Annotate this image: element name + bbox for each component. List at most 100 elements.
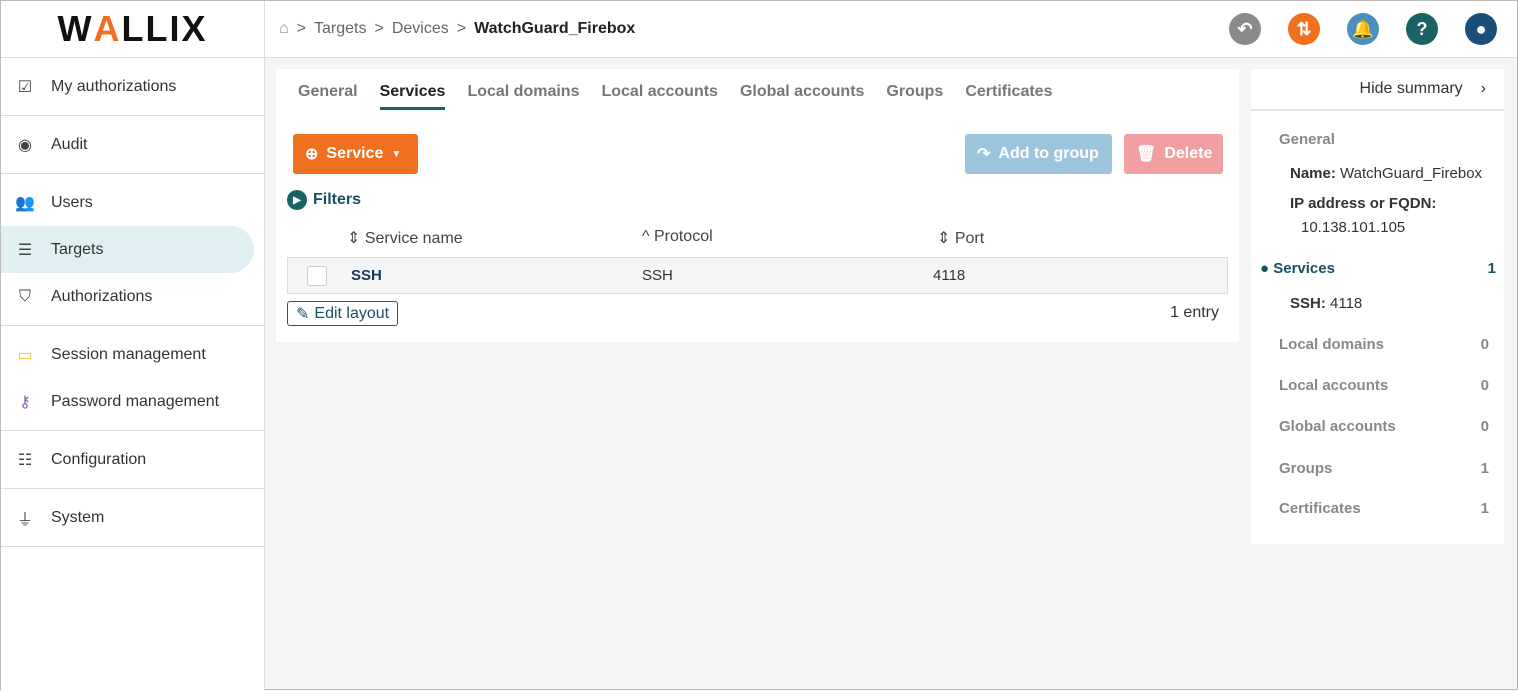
header-port[interactable]: ⇕ Port	[937, 228, 984, 248]
sidebar-item-password-management[interactable]: ⚷ Password management	[1, 378, 254, 425]
count: 1	[1488, 260, 1496, 277]
label: Local accounts	[1279, 377, 1388, 394]
summary-general[interactable]: General	[1279, 131, 1335, 148]
label: Services	[1273, 260, 1335, 277]
tab-general[interactable]: General	[298, 83, 358, 110]
trash-icon: 🗑	[1136, 144, 1156, 164]
tab-groups[interactable]: Groups	[886, 83, 943, 110]
ssh-port: 4118	[1330, 295, 1362, 312]
summary-local-domains[interactable]: Local domains 0	[1279, 336, 1489, 353]
sidebar-item-system[interactable]: ⏚ System	[1, 494, 254, 541]
protocol-cell: SSH	[642, 267, 673, 284]
sidebar: WALLIX ☑My authorizations ◉Audit 👥Users …	[1, 1, 265, 691]
list-icon: ☰	[15, 240, 35, 260]
services-panel: General Services Local domains Local acc…	[276, 69, 1239, 342]
sliders-icon: ☷	[15, 450, 35, 470]
sidebar-item-configuration[interactable]: ☷ Configuration	[1, 436, 254, 483]
breadcrumb-targets[interactable]: Targets	[314, 20, 366, 38]
edit-layout-button[interactable]: ✎ Edit layout	[287, 301, 398, 326]
clipboard-check-icon: ☑	[15, 77, 35, 97]
delete-button[interactable]: 🗑 Delete	[1124, 134, 1223, 174]
header-service-name[interactable]: ⇕ Service name	[347, 228, 463, 248]
table-row[interactable]: SSH SSH 4118	[287, 257, 1228, 294]
summary-groups[interactable]: Groups 1	[1279, 460, 1489, 477]
add-to-group-button[interactable]: ↷ Add to group	[965, 134, 1112, 174]
label: Add to group	[998, 145, 1098, 163]
plus-circle-icon: ⊕	[305, 144, 318, 164]
add-service-button[interactable]: ⊕ Service ▼	[293, 134, 418, 174]
sidebar-item-users[interactable]: 👥Users	[1, 179, 254, 226]
wallix-logo[interactable]: WALLIX	[1, 1, 264, 58]
undo-icon[interactable]: ↶	[1229, 13, 1261, 45]
key-icon: ⚷	[15, 392, 35, 412]
label: Targets	[51, 241, 103, 259]
shield-check-icon: ⛉	[15, 288, 35, 306]
summary-services[interactable]: ● Services1	[1260, 260, 1490, 277]
label: Global accounts	[1279, 418, 1396, 435]
bell-icon[interactable]: 🔔	[1347, 13, 1379, 45]
count: 0	[1481, 418, 1489, 435]
sidebar-item-my-authorizations[interactable]: ☑ My authorizations	[1, 63, 254, 110]
ssh-label: SSH:	[1290, 295, 1326, 312]
tab-global-accounts[interactable]: Global accounts	[740, 83, 864, 110]
tab-services[interactable]: Services	[380, 83, 446, 110]
hide-summary-button[interactable]: Hide summary›	[1251, 69, 1504, 111]
sidebar-item-audit[interactable]: ◉ Audit	[1, 121, 254, 168]
users-icon: 👥	[15, 193, 35, 213]
label: Port	[955, 230, 984, 247]
label: Configuration	[51, 451, 146, 469]
count: 1	[1481, 500, 1489, 517]
label: Password management	[51, 393, 219, 411]
label: Groups	[1279, 460, 1332, 477]
user-account-icon[interactable]: ●	[1465, 13, 1497, 45]
sidebar-item-authorizations[interactable]: ⛉ Authorizations	[1, 273, 254, 320]
redo-icon: ↷	[977, 144, 990, 164]
sidebar-item-targets[interactable]: ☰ Targets	[1, 226, 254, 273]
help-icon[interactable]: ?	[1406, 13, 1438, 45]
label: Audit	[51, 136, 87, 154]
label: Service name	[365, 230, 463, 247]
row-checkbox[interactable]	[307, 266, 327, 286]
ip-value: 10.138.101.105	[1301, 219, 1405, 236]
entry-count: 1 entry	[1170, 304, 1219, 322]
monitor-icon: ▭	[15, 345, 35, 365]
port-cell: 4118	[933, 267, 965, 284]
service-name-link[interactable]: SSH	[351, 267, 382, 284]
tab-local-domains[interactable]: Local domains	[467, 83, 579, 110]
label: Service	[326, 145, 383, 163]
label: Session management	[51, 346, 206, 364]
name-value: WatchGuard_Firebox	[1340, 165, 1482, 182]
transfer-icon[interactable]: ⇅	[1288, 13, 1320, 45]
label: Local domains	[1279, 336, 1384, 353]
label: My authorizations	[51, 78, 176, 96]
caret-down-icon: ▼	[391, 149, 401, 160]
label: Edit layout	[314, 305, 389, 323]
summary-certificates[interactable]: Certificates 1	[1279, 500, 1489, 517]
label: System	[51, 509, 104, 527]
summary-global-accounts[interactable]: Global accounts 0	[1279, 418, 1489, 435]
chevron-right-icon: ▶	[287, 190, 307, 210]
label: Delete	[1164, 145, 1212, 163]
count: 1	[1481, 460, 1489, 477]
label: Protocol	[654, 228, 713, 245]
plug-icon: ⏚	[15, 506, 35, 530]
breadcrumb: ⌂> Targets> Devices> WatchGuard_Firebox …	[265, 1, 1517, 58]
filters-toggle[interactable]: ▶ Filters	[287, 190, 361, 210]
label: Authorizations	[51, 288, 152, 306]
eye-icon: ◉	[15, 135, 35, 155]
summary-local-accounts[interactable]: Local accounts 0	[1279, 377, 1489, 394]
label: Certificates	[1279, 500, 1361, 517]
label: Filters	[313, 191, 361, 209]
summary-panel: Hide summary› General Name: WatchGuard_F…	[1251, 69, 1504, 544]
breadcrumb-current: WatchGuard_Firebox	[474, 20, 635, 38]
sidebar-item-session-management[interactable]: ▭ Session management	[1, 331, 254, 378]
breadcrumb-devices[interactable]: Devices	[392, 20, 449, 38]
home-icon[interactable]: ⌂	[279, 20, 289, 38]
tab-certificates[interactable]: Certificates	[965, 83, 1052, 110]
tab-local-accounts[interactable]: Local accounts	[601, 83, 717, 110]
count: 0	[1481, 377, 1489, 394]
count: 0	[1481, 336, 1489, 353]
pencil-icon: ✎	[296, 304, 309, 324]
header-protocol[interactable]: ^ Protocol	[642, 228, 713, 246]
chevron-right-icon: ›	[1481, 80, 1486, 98]
